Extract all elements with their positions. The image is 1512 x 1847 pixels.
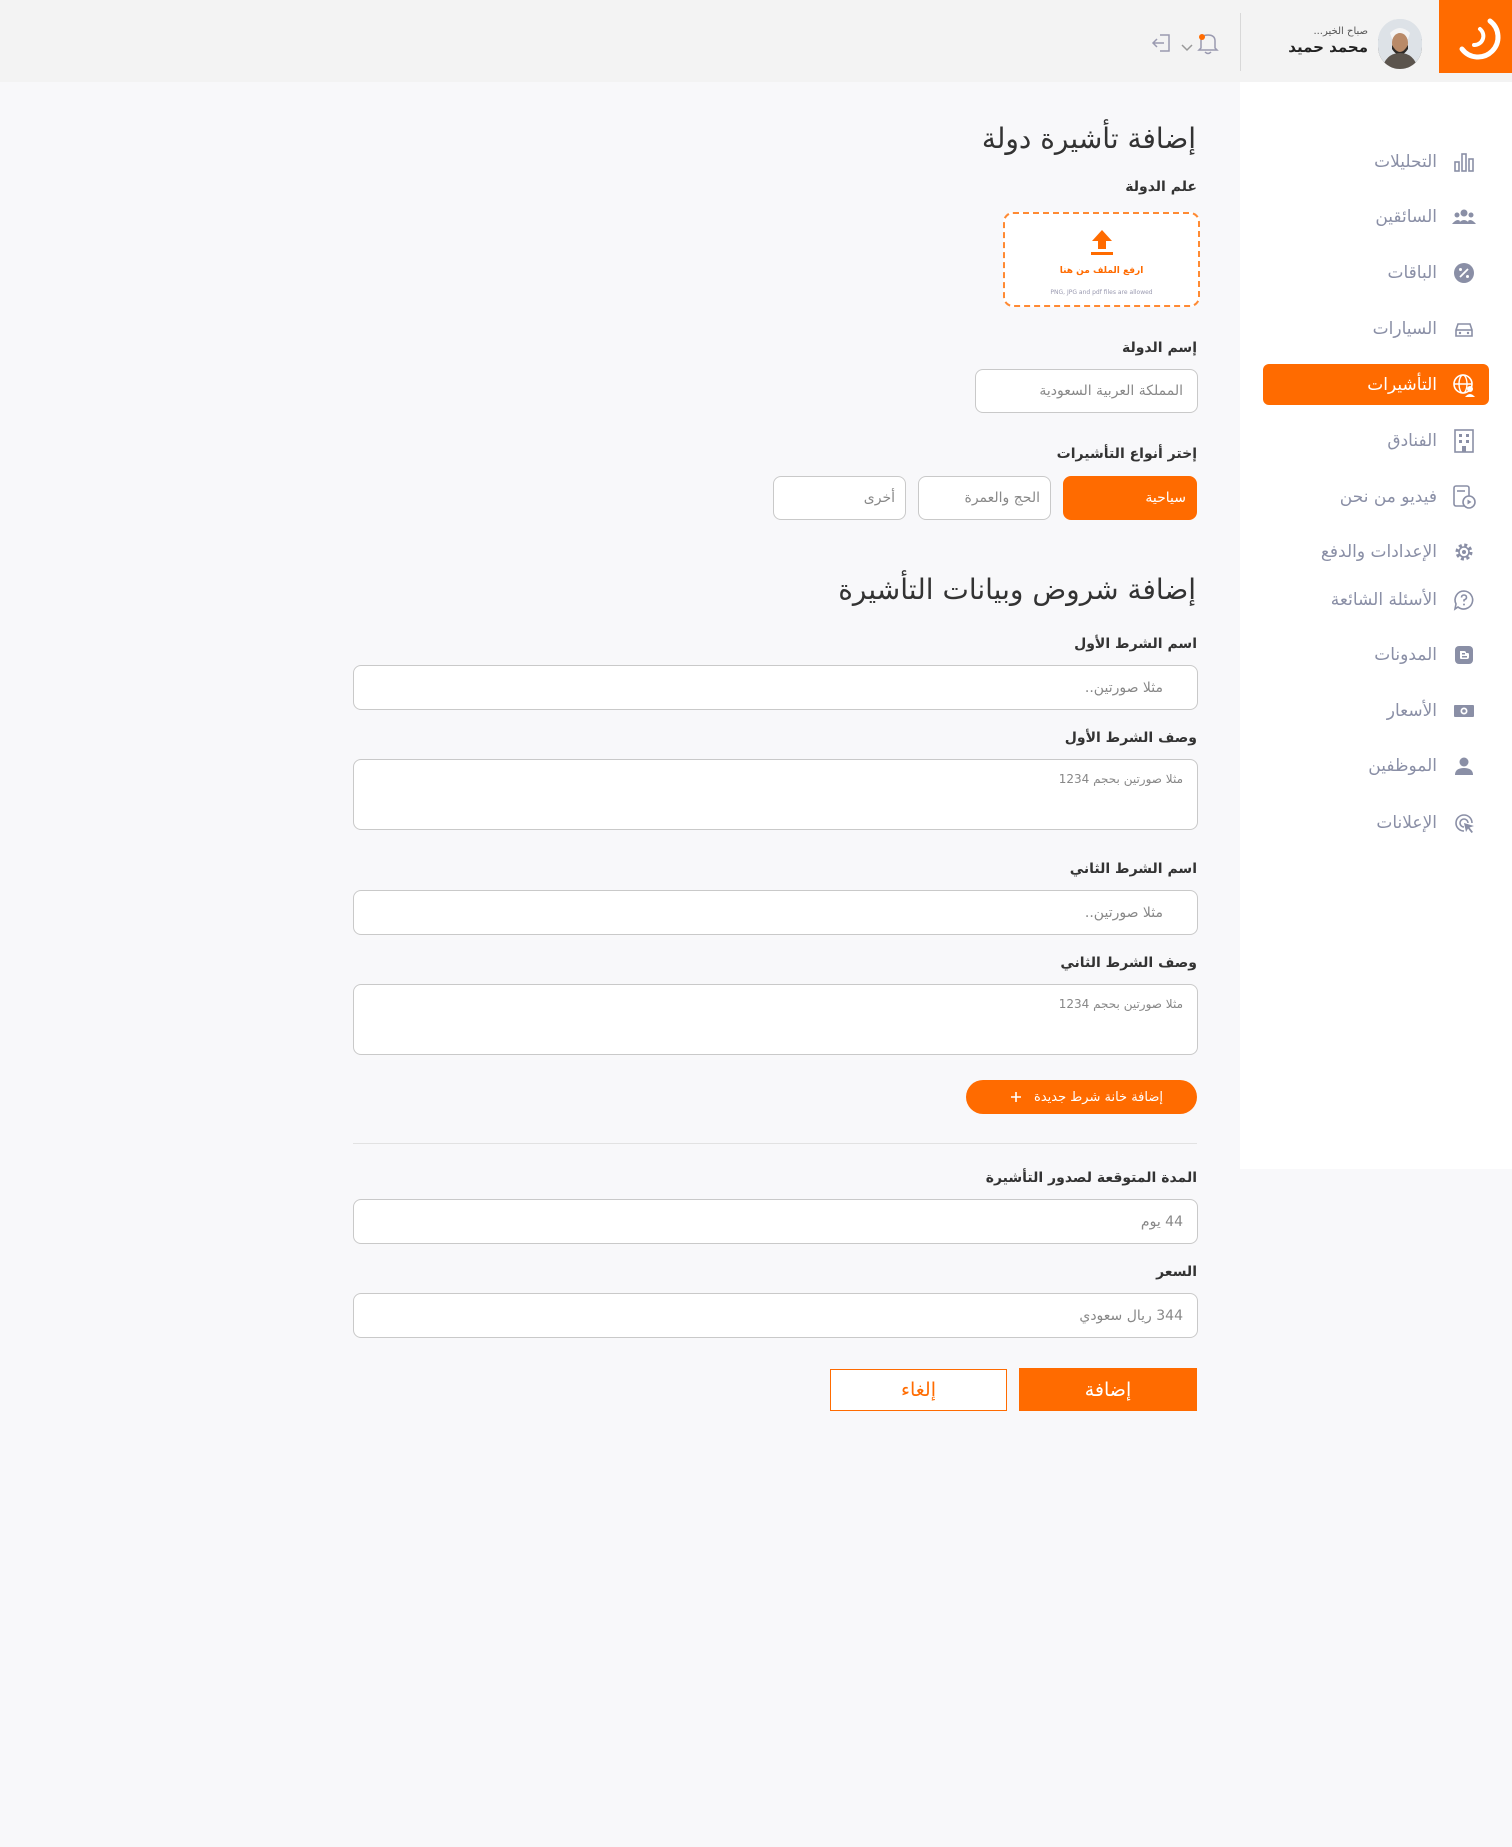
page-title: إضافة تأشيرة دولة [981,122,1196,155]
sidebar-item-label: الإعدادات والدفع [1320,541,1437,562]
bell-icon[interactable] [1197,31,1219,55]
blog-icon [1451,642,1477,668]
gear-icon [1451,539,1477,565]
submit-button[interactable]: إضافة [1019,1368,1197,1411]
sidebar-item-label: الموظفين [1368,755,1437,776]
header-divider [1240,13,1241,71]
condition-1-name-input[interactable]: مثلا صورتين.. [353,665,1198,710]
chevron-down-icon[interactable] [1180,40,1194,54]
avatar-photo-icon [1378,19,1422,69]
sidebar-item-prices[interactable]: الأسعار [1263,690,1489,731]
sidebar-item-blogs[interactable]: المدونات [1263,634,1489,675]
sidebar-item-settings-payment[interactable]: الإعدادات والدفع [1263,531,1489,572]
price-label: السعر [1156,1264,1197,1280]
plus-icon [1011,1092,1022,1102]
user-name[interactable]: محمد حميد [1288,38,1368,56]
users-icon [1451,204,1477,230]
sidebar-item-label: فيديو من نحن [1339,486,1437,507]
sidebar-item-packages[interactable]: الباقات [1263,252,1489,293]
condition-2-name-label: اسم الشرط الثاني [1069,861,1197,877]
condition-2-desc-label: وصف الشرط الثاني [1060,955,1197,971]
sidebar [1240,82,1512,1169]
sidebar-item-label: الأسعار [1386,700,1437,721]
add-condition-label: إضافة خانة شرط جديدة [1034,1089,1163,1105]
flag-label: علم الدولة [1125,179,1197,195]
logout-icon[interactable] [1150,31,1174,55]
sidebar-item-label: المدونات [1374,644,1437,665]
sidebar-item-employees[interactable]: الموظفين [1263,745,1489,786]
sidebar-item-faq[interactable]: الأسئلة الشائعة [1263,579,1489,620]
condition-1-desc-label: وصف الشرط الأول [1064,730,1197,746]
sidebar-item-drivers[interactable]: السائقين [1263,196,1489,237]
building-icon [1451,428,1477,454]
bar-chart-icon [1451,149,1477,175]
discount-badge-icon [1451,260,1477,286]
sidebar-item-ads[interactable]: الإعلانات [1263,802,1489,843]
car-icon [1451,316,1477,342]
sidebar-item-label: الفنادق [1387,430,1437,451]
visa-type-hajj-umrah[interactable]: الحج والعمرة [918,476,1051,520]
question-bubble-icon [1451,587,1477,613]
upload-hint: PNG, JPG and pdf files are allowed [1050,289,1153,296]
condition-2-desc-textarea[interactable]: مثلا صورتين بحجم 1234 [353,984,1198,1055]
sidebar-item-label: الأسئلة الشائعة [1330,589,1437,610]
condition-1-desc-textarea[interactable]: مثلا صورتين بحجم 1234 [353,759,1198,830]
condition-1-name-label: اسم الشرط الأول [1074,636,1197,652]
sidebar-item-label: الباقات [1387,262,1437,283]
duration-input[interactable]: 44 يوم [353,1199,1198,1244]
money-icon [1451,698,1477,724]
cancel-button[interactable]: إلغاء [830,1369,1007,1411]
section-divider [353,1143,1197,1144]
sidebar-item-cars[interactable]: السيارات [1263,308,1489,349]
sidebar-item-about-video[interactable]: فيديو من نحن [1263,476,1489,517]
visa-type-other[interactable]: أخرى [773,476,906,520]
country-name-label: إسم الدولة [1121,340,1197,356]
sidebar-item-label: التأشيرات [1367,374,1437,395]
duration-label: المدة المتوقعة لصدور التأشيرة [985,1170,1197,1186]
person-icon [1451,753,1477,779]
notification-dot [1199,34,1205,40]
globe-user-icon [1451,372,1477,398]
top-bar [0,0,1512,82]
sidebar-item-hotels[interactable]: الفنادق [1263,420,1489,461]
video-file-icon [1451,484,1477,510]
sidebar-item-analytics[interactable]: التحليلات [1263,141,1489,182]
sidebar-item-label: الإعلانات [1376,812,1437,833]
sidebar-item-visas[interactable]: التأشيرات [1263,364,1489,405]
conditions-section-title: إضافة شروض وبيانات التأشيرة [838,573,1196,606]
visa-type-tourism[interactable]: سياحية [1063,476,1197,520]
cursor-click-icon [1451,810,1477,836]
country-name-input[interactable]: المملكة العربية السعودية [975,369,1198,413]
sidebar-item-label: السيارات [1372,318,1437,339]
sidebar-item-label: السائقين [1375,206,1437,227]
price-input[interactable]: 344 ريال سعودي [353,1293,1198,1338]
condition-2-name-input[interactable]: مثلا صورتين.. [353,890,1198,935]
logo-mark-icon [1459,18,1500,59]
app-logo[interactable] [1439,0,1512,73]
greeting-text: صباح الخير... [1313,26,1368,37]
sidebar-item-label: التحليلات [1374,151,1437,172]
add-condition-button[interactable]: إضافة خانة شرط جديدة [966,1080,1197,1114]
visa-types-label: إختر أنواع التأشيرات [1056,446,1197,462]
upload-icon [1091,230,1113,255]
avatar[interactable] [1378,19,1422,69]
upload-text: ارفع الملف من هنا [1059,266,1144,276]
